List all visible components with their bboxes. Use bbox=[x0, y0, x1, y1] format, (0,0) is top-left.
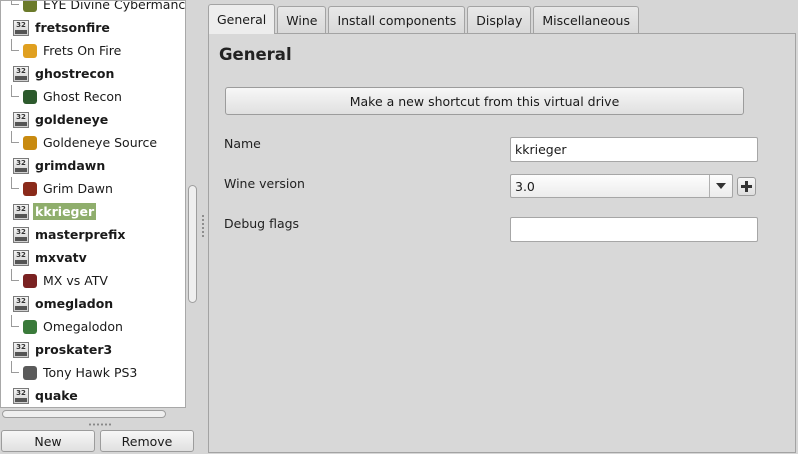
tree-prefix-grimdawn[interactable]: 32 grimdawn bbox=[1, 154, 173, 177]
tab-wine[interactable]: Wine bbox=[277, 6, 327, 34]
tree-vertical-scrollbar[interactable] bbox=[186, 0, 200, 408]
mx-vs-atv-icon bbox=[23, 273, 37, 288]
virtual-drive-icon: 32 bbox=[13, 203, 29, 220]
tree-prefix-fretsonfire[interactable]: 32 fretsonfire bbox=[1, 16, 173, 39]
tree-prefix-label: grimdawn bbox=[35, 158, 106, 173]
tree-prefix-label: goldeneye bbox=[35, 112, 109, 127]
wine-version-value: 3.0 bbox=[515, 178, 535, 194]
tree-app-item[interactable]: MX vs ATV bbox=[1, 269, 173, 292]
tree-prefix-label: quake bbox=[35, 388, 78, 403]
tree-prefix-label: omegladon bbox=[35, 296, 114, 311]
make-shortcut-button[interactable]: Make a new shortcut from this virtual dr… bbox=[225, 87, 744, 115]
tree-elbow-line bbox=[11, 326, 19, 327]
name-label: Name bbox=[224, 136, 261, 151]
tree-app-label: Ghost Recon bbox=[43, 89, 122, 104]
goldeneye-source-icon bbox=[23, 135, 37, 150]
tree-list: EYE Divine Cybermancy 32 fretsonfire Frets … bbox=[1, 1, 185, 407]
tree-prefix-label: proskater3 bbox=[35, 342, 113, 357]
tree-prefix-label: ghostrecon bbox=[35, 66, 115, 81]
virtual-drive-icon: 32 bbox=[13, 226, 29, 243]
horizontal-splitter-grip[interactable] bbox=[88, 423, 112, 426]
tree-prefix-goldeneye[interactable]: 32 goldeneye bbox=[1, 108, 173, 131]
name-field[interactable] bbox=[510, 137, 758, 162]
tree-app-item[interactable]: Grim Dawn bbox=[1, 177, 173, 200]
tree-prefix-mxvatv[interactable]: 32 mxvatv bbox=[1, 246, 173, 269]
tree-app-item[interactable]: Frets On Fire bbox=[1, 39, 173, 62]
tree-elbow-line bbox=[11, 188, 19, 189]
wine-version-label: Wine version bbox=[224, 176, 305, 191]
tree-prefix-label: masterprefix bbox=[35, 227, 126, 242]
tree-app-label: Tony Hawk PS3 bbox=[43, 365, 138, 380]
tree-app-label: Goldeneye Source bbox=[43, 135, 158, 150]
tab-miscellaneous[interactable]: Miscellaneous bbox=[533, 6, 639, 34]
virtual-drive-icon: 32 bbox=[13, 387, 29, 404]
tree-prefix-ghostrecon[interactable]: 32 ghostrecon bbox=[1, 62, 173, 85]
vertical-splitter-grip[interactable] bbox=[201, 214, 205, 238]
general-tab-panel: General Make a new shortcut from this vi… bbox=[208, 33, 796, 453]
ghost-recon-icon bbox=[23, 89, 37, 104]
wine-version-select[interactable]: 3.0 bbox=[510, 174, 733, 198]
tree-app-label: EYE Divine Cybermancy bbox=[43, 0, 186, 12]
virtual-drive-icon: 32 bbox=[13, 111, 29, 128]
add-wine-version-button[interactable] bbox=[737, 177, 756, 196]
tree-prefix-masterprefix[interactable]: 32 masterprefix bbox=[1, 223, 173, 246]
tree-prefix-omegladon[interactable]: 32 omegladon bbox=[1, 292, 173, 315]
virtual-drive-icon: 32 bbox=[13, 19, 29, 36]
grim-dawn-icon bbox=[23, 181, 37, 196]
plus-icon bbox=[741, 181, 752, 192]
tree-elbow-line bbox=[11, 280, 19, 281]
tree-app-item[interactable]: Omegalodon bbox=[1, 315, 173, 338]
tree-app-item[interactable]: Ghost Recon bbox=[1, 85, 173, 108]
virtual-drive-icon: 32 bbox=[13, 295, 29, 312]
debug-flags-field[interactable] bbox=[510, 217, 758, 242]
debug-flags-label: Debug flags bbox=[224, 216, 300, 231]
tree-prefix-quake[interactable]: 32 quake bbox=[1, 384, 173, 407]
tree-app-label: Grim Dawn bbox=[43, 181, 113, 196]
virtual-drive-icon: 32 bbox=[13, 249, 29, 266]
tree-app-item[interactable]: Tony Hawk PS3 bbox=[1, 361, 173, 384]
tree-elbow-line bbox=[11, 96, 19, 97]
page-title: General bbox=[219, 45, 292, 64]
frets-on-fire-icon bbox=[23, 43, 37, 58]
tree-prefix-label: fretsonfire bbox=[35, 20, 110, 35]
virtual-drive-icon: 32 bbox=[13, 65, 29, 82]
tree-prefix-proskater3[interactable]: 32 proskater3 bbox=[1, 338, 173, 361]
tony-hawk-icon bbox=[23, 365, 37, 380]
tree-app-label: Frets On Fire bbox=[43, 43, 122, 58]
tree-prefix-label: kkrieger bbox=[33, 203, 97, 220]
tree-horizontal-scroll-thumb[interactable] bbox=[2, 410, 166, 418]
tree-elbow-line bbox=[11, 142, 19, 143]
settings-tab-bar: General Wine Install components Display … bbox=[208, 4, 641, 34]
tree-app-item[interactable]: EYE Divine Cybermancy bbox=[1, 1, 185, 16]
tree-app-label: MX vs ATV bbox=[43, 273, 108, 288]
virtual-drive-icon: 32 bbox=[13, 157, 29, 174]
tab-display[interactable]: Display bbox=[467, 6, 532, 34]
tree-prefix-kkrieger[interactable]: 32 kkrieger bbox=[1, 200, 173, 223]
tree-elbow-line bbox=[11, 4, 19, 5]
chevron-down-icon[interactable] bbox=[710, 175, 732, 197]
tree-elbow-line bbox=[11, 372, 19, 373]
eye-divine-cybermancy-icon bbox=[23, 1, 37, 12]
tab-install-components[interactable]: Install components bbox=[328, 6, 466, 34]
tree-horizontal-scrollbar[interactable] bbox=[1, 408, 186, 420]
tree-vertical-scroll-thumb[interactable] bbox=[188, 185, 197, 303]
tree-app-item[interactable]: Goldeneye Source bbox=[1, 131, 173, 154]
new-button[interactable]: New bbox=[1, 430, 95, 452]
tree-app-label: Omegalodon bbox=[43, 319, 123, 334]
virtual-drive-tree[interactable]: EYE Divine Cybermancy 32 fretsonfire Frets … bbox=[0, 0, 186, 408]
tab-general[interactable]: General bbox=[208, 4, 276, 34]
omegalodon-icon bbox=[23, 319, 37, 334]
tree-prefix-label: mxvatv bbox=[35, 250, 87, 265]
virtual-drive-icon: 32 bbox=[13, 341, 29, 358]
tree-elbow-line bbox=[11, 50, 19, 51]
remove-button[interactable]: Remove bbox=[100, 430, 194, 452]
